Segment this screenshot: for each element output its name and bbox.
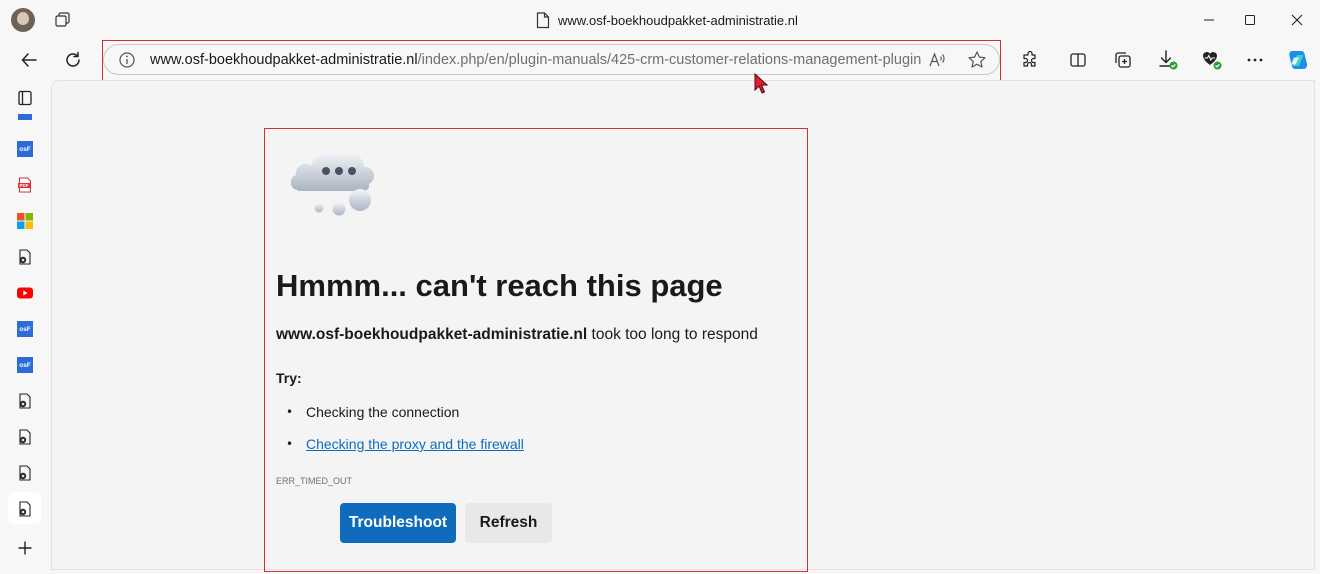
tab-actions-icon	[18, 90, 32, 106]
minimize-button[interactable]	[1194, 6, 1224, 34]
collections-button[interactable]	[1107, 44, 1139, 76]
page-icon	[19, 249, 31, 265]
window-title-text: www.osf-boekhoudpakket-administratie.nl	[558, 12, 798, 28]
sidebar-tab-partial[interactable]	[14, 108, 36, 122]
split-screen-icon	[1070, 53, 1086, 67]
sidebar-tab-microsoft[interactable]	[14, 210, 36, 232]
mouse-cursor-icon	[754, 73, 768, 94]
osf-favicon-partial	[18, 114, 32, 120]
page-icon	[19, 501, 31, 517]
page-icon	[19, 465, 31, 481]
close-icon	[1291, 14, 1303, 26]
sidebar-tab-page-2[interactable]	[14, 390, 36, 412]
page-icon	[19, 393, 31, 409]
refresh-button[interactable]	[57, 44, 89, 76]
url-path: /index.php/en/plugin-manuals/425-crm-cus…	[417, 52, 922, 68]
sidebar-tab-page-1[interactable]	[14, 246, 36, 268]
page-icon	[536, 11, 550, 28]
downloads-button[interactable]	[1152, 44, 1184, 76]
split-screen-button[interactable]	[1062, 44, 1094, 76]
back-button[interactable]	[13, 44, 45, 76]
refresh-icon	[66, 51, 80, 67]
more-icon	[1247, 58, 1263, 62]
extensions-button[interactable]	[1014, 44, 1046, 76]
address-bar[interactable]: www.osf-boekhoudpakket-administratie.nl/…	[103, 44, 1000, 75]
sidebar-tab-page-3[interactable]	[14, 426, 36, 448]
favorite-star-icon[interactable]	[967, 50, 987, 70]
osf-favicon: osF	[17, 141, 33, 157]
title-bar: www.osf-boekhoudpakket-administratie.nl	[0, 0, 1320, 40]
browser-essentials-icon	[1203, 52, 1222, 70]
youtube-icon	[17, 287, 33, 299]
maximize-button[interactable]	[1235, 6, 1265, 34]
sidebar-tab-youtube[interactable]	[14, 282, 36, 304]
maximize-icon	[1245, 15, 1255, 25]
sidebar-tab-osf-2[interactable]: osF	[14, 318, 36, 340]
browser-essentials-button[interactable]	[1196, 44, 1228, 76]
profile-avatar[interactable]	[11, 8, 35, 32]
sidebar-tab-osf-3[interactable]: osF	[14, 354, 36, 376]
more-button[interactable]	[1239, 44, 1271, 76]
osf-favicon: osF	[17, 357, 33, 373]
window-title: www.osf-boekhoudpakket-administratie.nl	[536, 11, 798, 29]
pdf-icon: PDF	[18, 177, 31, 193]
sidebar-tab-pdf[interactable]: PDF	[14, 174, 36, 196]
page-icon	[19, 429, 31, 445]
back-arrow-icon	[21, 53, 37, 67]
new-tab-button[interactable]	[14, 537, 36, 559]
extensions-icon	[1023, 51, 1036, 67]
error-highlight-outline	[264, 128, 808, 572]
tab-actions-button[interactable]	[14, 87, 36, 109]
site-info-icon[interactable]	[118, 51, 136, 69]
url-host: www.osf-boekhoudpakket-administratie.nl	[150, 52, 418, 68]
collections-icon	[1115, 52, 1131, 68]
copilot-icon	[1289, 51, 1308, 69]
osf-favicon: osF	[17, 321, 33, 337]
close-button[interactable]	[1282, 6, 1312, 34]
microsoft-icon	[17, 213, 33, 229]
read-aloud-icon[interactable]	[928, 51, 946, 69]
pdf-label: PDF	[20, 183, 29, 188]
sidebar-tab-page-4[interactable]	[14, 462, 36, 484]
copilot-button[interactable]	[1281, 44, 1313, 76]
workspaces-icon[interactable]	[54, 11, 72, 29]
sidebar-tab-page-active[interactable]	[14, 498, 36, 520]
url-text[interactable]: www.osf-boekhoudpakket-administratie.nl/…	[150, 52, 921, 68]
add-icon	[18, 541, 32, 555]
downloads-icon	[1159, 50, 1178, 70]
sidebar-tab-osf-1[interactable]: osF	[14, 138, 36, 160]
minimize-icon	[1204, 19, 1214, 21]
